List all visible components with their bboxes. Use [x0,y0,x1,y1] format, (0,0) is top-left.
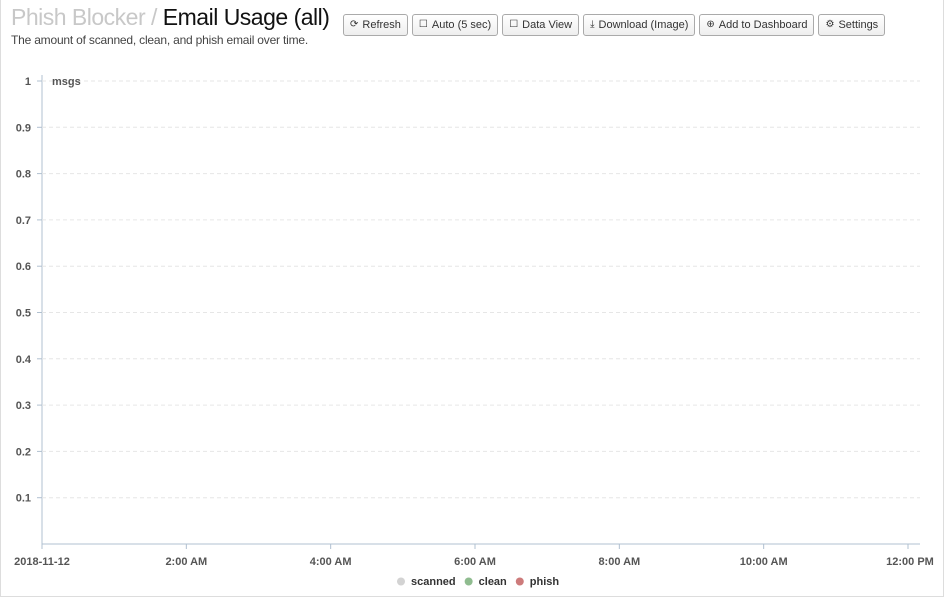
chart: 0.1 0.2 0.3 0.4 0.5 0.6 0.7 0.8 0.9 1 msgs 2018-11-… [14,75,934,588]
x-tick-label: 8:00 AM [598,556,640,568]
legend-marker[interactable] [397,577,405,586]
x-tick-label: 2:00 AM [165,556,207,568]
y-axis-label: msgs [52,76,81,88]
y-tick-label: 0.8 [16,169,31,181]
y-tick-label: 1 [25,76,31,88]
y-tick-label: 0.7 [16,215,31,227]
x-tick-label: 6:00 AM [454,556,496,568]
y-tick-label: 0.1 [16,493,31,505]
x-tick-label: 12:00 PM [886,556,934,568]
x-tick-label: 4:00 AM [310,556,352,568]
y-tick-label: 0.4 [16,354,32,366]
y-tick-label: 0.3 [16,400,31,412]
y-tick-label: 0.9 [16,122,31,134]
legend-item-phish[interactable]: phish [530,576,560,588]
y-tick-label: 0.6 [16,261,31,273]
legend-marker[interactable] [464,577,473,586]
legend-item-clean[interactable]: clean [479,576,507,588]
legend-marker[interactable] [515,577,524,586]
y-tick-label: 0.2 [16,446,31,458]
x-tick-label: 2018-11-12 [14,556,70,568]
x-tick-label: 10:00 AM [740,556,788,568]
legend-item-scanned[interactable]: scanned [411,576,456,588]
y-tick-label: 0.5 [16,308,31,320]
